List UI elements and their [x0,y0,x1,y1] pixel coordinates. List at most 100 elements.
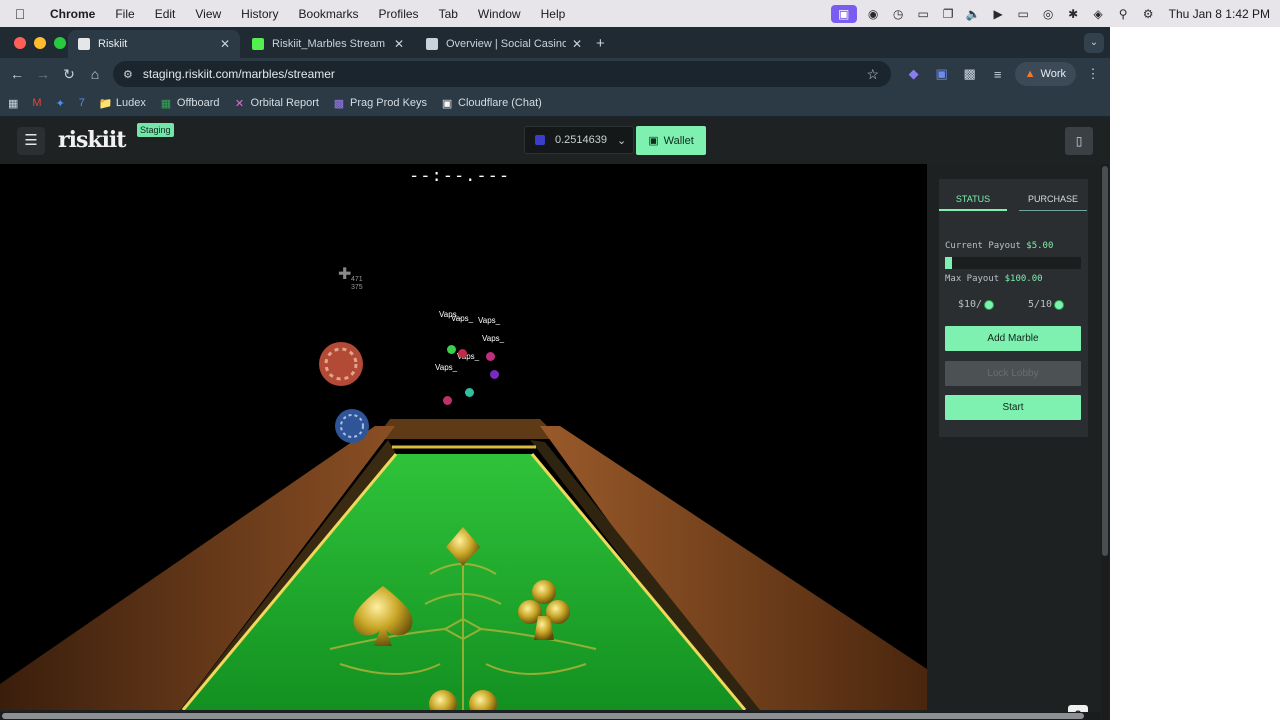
menu-file[interactable]: File [105,7,144,21]
payout-progress-bar [945,257,1081,269]
close-tab-icon[interactable]: ✕ [220,37,230,51]
chat-icon[interactable]: ▯ [1065,127,1093,155]
address-bar[interactable]: ⚙ staging.riskiit.com/marbles/streamer ☆ [113,61,891,87]
bookmark-star-icon[interactable]: ☆ [866,66,879,83]
wallet-button[interactable]: ▣ Wallet [636,126,706,155]
marble-slots: 5/10 [1028,299,1065,310]
extensions-puzzle-icon[interactable]: ▩ [959,66,981,82]
bookmark-prag-prod-keys[interactable]: ▩ Prag Prod Keys [333,97,427,110]
tab-strip: Riskiit ✕ Riskiit_Marbles Stream - Wa ✕ … [0,27,1110,58]
zoom-window-button[interactable] [54,37,66,49]
marble-purple [490,370,499,379]
wallet-label: Wallet [663,134,694,147]
coin-icon [984,299,995,310]
bluetooth-icon[interactable]: ✱ [1061,7,1086,21]
reload-icon[interactable]: ↻ [56,66,82,83]
bookmark-label: Prag Prod Keys [350,97,428,109]
vertical-scrollbar[interactable] [1101,164,1109,720]
tab-search-icon[interactable]: ⌄ [1084,33,1104,53]
balance-selector[interactable]: 0.2514639 ⌄ [524,126,634,154]
apple-icon[interactable]:  [0,6,40,22]
menu-tab[interactable]: Tab [429,7,468,21]
menu-bookmarks[interactable]: Bookmarks [289,7,369,21]
menu-history[interactable]: History [231,7,288,21]
tab-social-casino[interactable]: Overview | Social Casino ✕ [416,30,592,58]
forward-icon[interactable]: → [30,66,56,82]
wifi-icon[interactable]: ◈ [1086,7,1111,21]
browser-window: Riskiit ✕ Riskiit_Marbles Stream - Wa ✕ … [0,27,1110,720]
close-window-button[interactable] [14,37,26,49]
minimize-window-button[interactable] [34,37,46,49]
menu-app-name[interactable]: Chrome [40,7,105,21]
lock-lobby-button[interactable]: Lock Lobby [945,361,1081,386]
tab-purchase[interactable]: PURCHASE [1019,187,1087,211]
extension-badge-icon[interactable]: ▣ [931,66,953,82]
vertical-scroll-thumb[interactable] [1102,166,1108,556]
toolbar-right: ◆ ▣ ▩ ≡ ▲ Work ⋮ [903,62,1104,86]
reading-list-icon[interactable]: ≡ [987,67,1009,82]
gemini-icon[interactable]: ✦ [56,97,65,110]
battery-icon[interactable]: ▭ [911,7,936,21]
spotlight-search-icon[interactable]: ⚲ [1111,7,1136,21]
keys-icon: ▩ [333,97,345,110]
close-tab-icon[interactable]: ✕ [394,37,404,51]
back-icon[interactable]: ← [4,66,30,82]
game-control-panel: STATUS PURCHASE Current Payout $5.00 Max… [939,179,1088,437]
screen-share-icon[interactable]: ▣ [830,4,857,23]
marble-magenta [443,396,452,405]
assistant-icon[interactable]: ◉ [861,7,886,21]
tab-status[interactable]: STATUS [939,187,1007,211]
current-payout-label: Current Payout [945,241,1021,251]
apps-grid-icon[interactable]: ▦ [8,97,18,110]
hamburger-menu-icon[interactable]: ☰ [17,127,45,155]
kick-favicon-icon [252,38,264,50]
menu-window[interactable]: Window [468,7,531,21]
menu-view[interactable]: View [185,7,231,21]
site-info-icon[interactable]: ⚙ [123,68,133,81]
wallet-icon: ▣ [648,135,659,147]
home-icon[interactable]: ⌂ [82,66,108,82]
menubar-clock[interactable]: Thu Jan 8 1:42 PM [1161,7,1280,21]
extension-icon[interactable]: ◆ [903,66,925,82]
bookmark-cloudflare-chat[interactable]: ▣ Cloudflare (Chat) [441,97,542,110]
control-center-icon[interactable]: ⚙ [1136,7,1161,21]
bookmark-orbital-report[interactable]: ✕ Orbital Report [234,97,319,110]
volume-icon[interactable]: 🔈 [961,7,986,21]
riskiit-logo[interactable]: riskiit [58,127,126,153]
marbles-game-canvas[interactable]: --:--.--- ✚ 471 375 Vaps_ Vaps_ Vaps_ Va… [0,164,927,710]
horizontal-scroll-thumb[interactable] [2,713,1084,719]
entry-fee: $10/ [958,299,995,310]
horizontal-scrollbar[interactable] [0,712,1100,720]
bookmark-offboard[interactable]: ▦ Offboard [160,97,220,110]
staging-badge: Staging [137,123,174,137]
marble-green [447,345,456,354]
sheet-icon: ▦ [160,97,172,110]
new-tab-icon[interactable]: + [596,35,605,52]
max-payout-value: $100.00 [1004,274,1043,284]
bookmark-ludex[interactable]: 📁 Ludex [99,97,146,110]
airdrop-icon[interactable]: ◎ [1036,7,1061,21]
tab-marbles-stream[interactable]: Riskiit_Marbles Stream - Wa ✕ [242,30,414,58]
display-icon[interactable]: ▭ [1011,7,1036,21]
profile-button[interactable]: ▲ Work [1014,62,1076,86]
web-page: ☰ riskiit Staging 0.2514639 ⌄ ▣ Wallet ▯ [0,117,1110,720]
time-machine-icon[interactable]: ◷ [886,7,911,21]
calendar-icon[interactable]: 7 [79,97,85,109]
menu-profiles[interactable]: Profiles [369,7,429,21]
close-tab-icon[interactable]: ✕ [572,37,582,51]
window-icon[interactable]: ❐ [936,7,961,21]
play-icon[interactable]: ▶ [986,7,1011,21]
more-menu-icon[interactable]: ⋮ [1082,66,1104,82]
max-payout-label: Max Payout [945,274,1000,284]
start-button[interactable]: Start [945,395,1081,420]
marble-slots-value: 5/10 [1028,299,1053,310]
add-marble-button[interactable]: Add Marble [945,326,1081,351]
cloudflare-icon: ▣ [441,97,453,110]
menu-help[interactable]: Help [531,7,576,21]
browser-toolbar: ← → ↻ ⌂ ⚙ staging.riskiit.com/marbles/st… [0,58,1110,90]
tab-riskiit[interactable]: Riskiit ✕ [68,30,240,58]
gmail-icon[interactable]: M [32,97,41,109]
menu-edit[interactable]: Edit [145,7,186,21]
chevron-down-icon: ⌄ [617,134,627,147]
coin-icon [1054,299,1065,310]
